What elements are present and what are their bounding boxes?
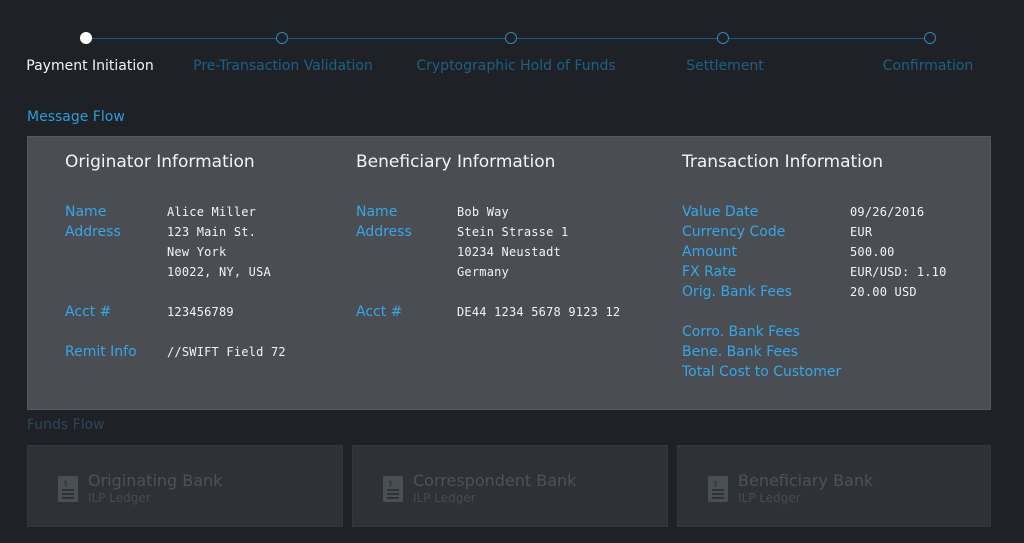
amount-label: Amount [682, 244, 738, 260]
beneficiary-bank-ledger: ILP Ledger [738, 491, 801, 505]
progress-stepper: Payment Initiation Pre-Transaction Valid… [0, 0, 1024, 90]
step-label-payment-initiation[interactable]: Payment Initiation [26, 58, 153, 74]
beneficiary-name-label: Name [356, 204, 398, 220]
step-label-cryptographic-hold[interactable]: Cryptographic Hold of Funds [416, 58, 615, 74]
beneficiary-name-value: Bob Way [457, 205, 509, 219]
originator-address-line-3: 10022, NY, USA [167, 265, 271, 279]
currency-code-value: EUR [850, 225, 873, 239]
ledger-icon: $ [383, 476, 403, 502]
beneficiary-heading: Beneficiary Information [356, 152, 556, 172]
step-dot-cryptographic-hold[interactable] [505, 32, 517, 44]
originator-name-label: Name [65, 204, 107, 220]
ledger-icon: $ [58, 476, 78, 502]
fx-rate-value: EUR/USD: 1.10 [850, 265, 947, 279]
svg-text:$: $ [63, 479, 68, 488]
originator-remit-value: //SWIFT Field 72 [167, 345, 286, 359]
value-date-label: Value Date [682, 204, 759, 220]
step-label-confirmation[interactable]: Confirmation [883, 58, 974, 74]
value-date-value: 09/26/2016 [850, 205, 925, 219]
originator-address-label: Address [65, 224, 121, 240]
svg-text:$: $ [713, 479, 718, 488]
originator-acct-value: 123456789 [167, 305, 234, 319]
step-dot-payment-initiation[interactable] [80, 32, 92, 44]
correspondent-bank-ledger: ILP Ledger [413, 491, 476, 505]
corro-bank-fees-label: Corro. Bank Fees [682, 324, 800, 340]
originator-heading: Originator Information [65, 152, 255, 172]
originator-address-line-2: New York [167, 245, 227, 259]
beneficiary-address-label: Address [356, 224, 412, 240]
originating-bank-card[interactable]: $ Originating Bank ILP Ledger [27, 445, 343, 527]
ledger-icon: $ [708, 476, 728, 502]
bene-bank-fees-label: Bene. Bank Fees [682, 344, 799, 360]
funds-flow-title: Funds Flow [27, 417, 105, 433]
step-dot-settlement[interactable] [717, 32, 729, 44]
step-dot-pre-transaction-validation[interactable] [276, 32, 288, 44]
correspondent-bank-name: Correspondent Bank [413, 471, 577, 490]
beneficiary-bank-name: Beneficiary Bank [738, 471, 874, 490]
orig-bank-fees-value: 20.00 USD [850, 285, 917, 299]
fx-rate-label: FX Rate [682, 264, 737, 280]
svg-text:$: $ [388, 479, 393, 488]
step-dot-confirmation[interactable] [924, 32, 936, 44]
originator-address-line-1: 123 Main St. [167, 225, 257, 239]
beneficiary-address-line-3: Germany [457, 265, 509, 279]
beneficiary-address-line-1: Stein Strasse 1 [457, 225, 569, 239]
step-label-settlement[interactable]: Settlement [686, 58, 764, 74]
amount-value: 500.00 [850, 245, 895, 259]
originating-bank-ledger: ILP Ledger [88, 491, 151, 505]
message-flow-title: Message Flow [27, 109, 125, 125]
originating-bank-name: Originating Bank [88, 471, 223, 490]
step-label-pre-transaction-validation[interactable]: Pre-Transaction Validation [193, 58, 373, 74]
originator-remit-label: Remit Info [65, 344, 137, 360]
orig-bank-fees-label: Orig. Bank Fees [682, 284, 792, 300]
originator-name-value: Alice Miller [167, 205, 257, 219]
currency-code-label: Currency Code [682, 224, 786, 240]
beneficiary-address-line-2: 10234 Neustadt [457, 245, 561, 259]
beneficiary-bank-card[interactable]: $ Beneficiary Bank ILP Ledger [677, 445, 991, 527]
total-cost-label: Total Cost to Customer [682, 364, 842, 380]
transaction-heading: Transaction Information [682, 152, 884, 172]
beneficiary-acct-label: Acct # [356, 304, 403, 320]
correspondent-bank-card[interactable]: $ Correspondent Bank ILP Ledger [352, 445, 668, 527]
originator-acct-label: Acct # [65, 304, 112, 320]
beneficiary-acct-value: DE44 1234 5678 9123 12 [457, 305, 621, 319]
